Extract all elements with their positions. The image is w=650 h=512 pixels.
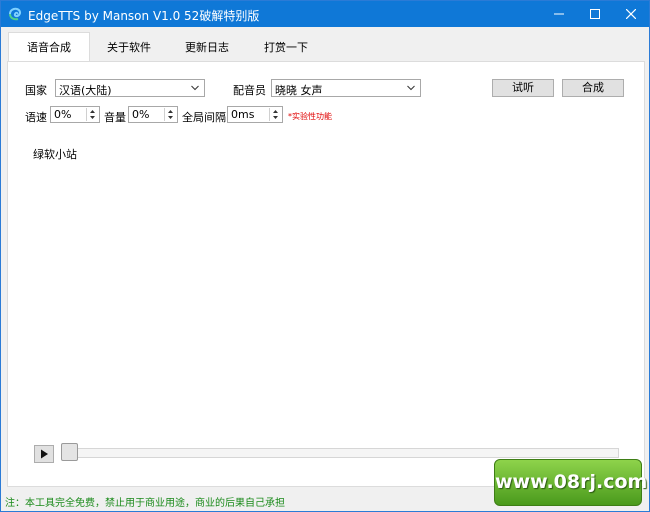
rate-label: 语速 bbox=[25, 111, 47, 124]
rate-value: 0% bbox=[54, 108, 72, 121]
tab-about[interactable]: 关于软件 bbox=[91, 35, 167, 61]
progress-track[interactable] bbox=[62, 448, 619, 458]
tab-changelog[interactable]: 更新日志 bbox=[169, 35, 245, 61]
volume-stepper[interactable]: 0% bbox=[128, 106, 178, 123]
gap-label: 全局间隔 bbox=[182, 111, 226, 124]
text-editor[interactable]: 绿软小站 bbox=[33, 146, 77, 162]
voice-value: 晓晓 女声 bbox=[275, 84, 323, 97]
voice-select[interactable]: 晓晓 女声 bbox=[271, 79, 421, 97]
tab-donate[interactable]: 打赏一下 bbox=[248, 35, 324, 61]
synthesize-button[interactable]: 合成 bbox=[562, 79, 624, 97]
updown-arrows-icon[interactable] bbox=[164, 108, 176, 121]
minimize-icon bbox=[554, 13, 564, 15]
play-button[interactable] bbox=[34, 445, 54, 463]
chevron-down-icon bbox=[191, 85, 199, 91]
app-icon bbox=[9, 7, 22, 21]
experimental-note: *实验性功能 bbox=[288, 112, 332, 121]
title-bar[interactable]: EdgeTTS by Manson V1.0 52破解特别版 bbox=[1, 1, 649, 27]
maximize-button[interactable] bbox=[577, 1, 613, 27]
site-watermark: www.08rj.com bbox=[494, 459, 648, 506]
maximize-icon bbox=[590, 9, 600, 19]
gap-value: 0ms bbox=[231, 108, 255, 121]
tab-label: 打赏一下 bbox=[264, 41, 308, 54]
gap-stepper[interactable]: 0ms bbox=[227, 106, 283, 123]
watermark-text: www.08rj.com bbox=[495, 471, 648, 493]
rate-stepper[interactable]: 0% bbox=[50, 106, 100, 123]
app-window: EdgeTTS by Manson V1.0 52破解特别版 语音合成 关于软件… bbox=[0, 0, 650, 512]
synthesis-panel: 国家 汉语(大陆) 配音员 晓晓 女声 试听 合成 语速 0% 音量 0% 全局… bbox=[7, 61, 645, 487]
volume-value: 0% bbox=[132, 108, 150, 121]
progress-thumb[interactable] bbox=[61, 443, 78, 461]
status-text: 注：本工具完全免费，禁止用于商业用途，商业的后果自己承担 bbox=[5, 498, 285, 509]
volume-label: 音量 bbox=[104, 111, 126, 124]
listen-button[interactable]: 试听 bbox=[492, 79, 554, 97]
tab-speech-synthesis[interactable]: 语音合成 bbox=[8, 32, 90, 63]
tab-strip: 语音合成 关于软件 更新日志 打赏一下 bbox=[1, 27, 649, 63]
country-label: 国家 bbox=[25, 84, 47, 97]
country-select[interactable]: 汉语(大陆) bbox=[55, 79, 205, 97]
voice-label: 配音员 bbox=[233, 84, 266, 97]
updown-arrows-icon[interactable] bbox=[269, 108, 281, 121]
close-button[interactable] bbox=[613, 1, 649, 27]
updown-arrows-icon[interactable] bbox=[86, 108, 98, 121]
chevron-down-icon bbox=[407, 85, 415, 91]
tab-label: 语音合成 bbox=[27, 41, 71, 54]
play-icon bbox=[41, 449, 48, 459]
tab-label: 更新日志 bbox=[185, 41, 229, 54]
country-value: 汉语(大陆) bbox=[59, 84, 112, 97]
tab-label: 关于软件 bbox=[107, 41, 151, 54]
close-icon bbox=[626, 9, 636, 19]
window-title: EdgeTTS by Manson V1.0 52破解特别版 bbox=[28, 9, 260, 23]
minimize-button[interactable] bbox=[541, 1, 577, 27]
